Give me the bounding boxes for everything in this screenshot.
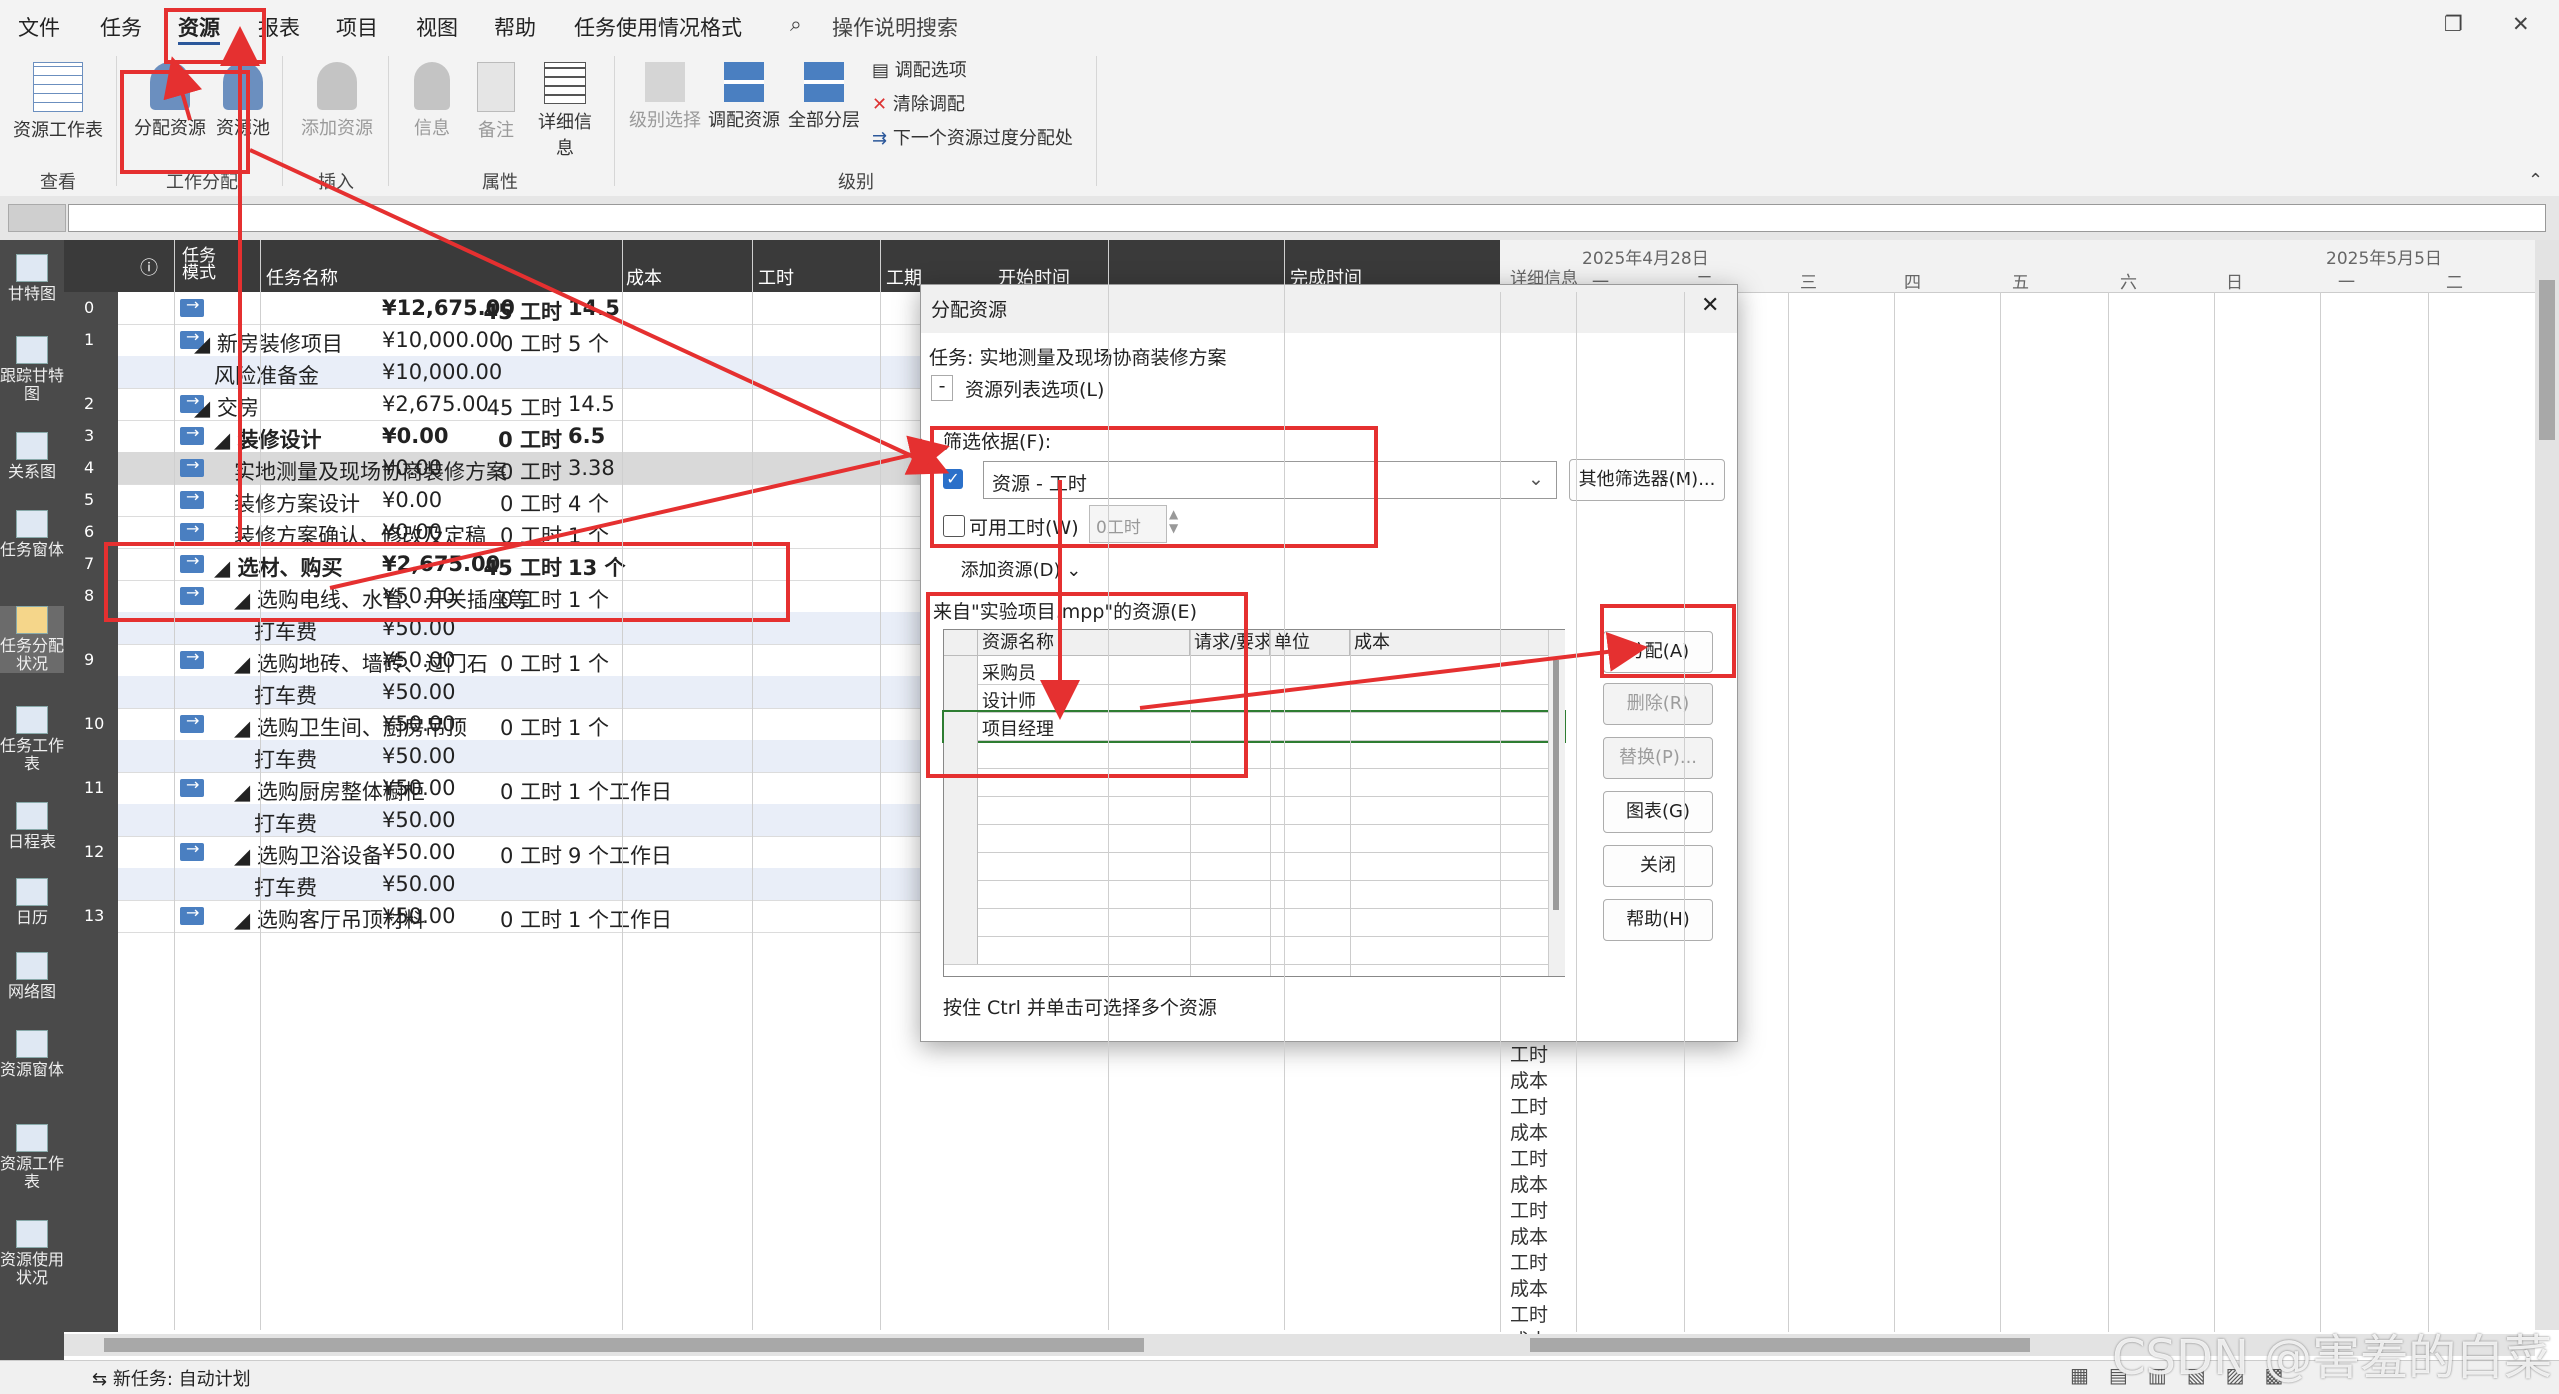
timescale-divider	[1684, 292, 1685, 1332]
annotation-arrows	[163, 26, 1648, 720]
timescale-divider	[2214, 292, 2215, 1332]
arrow-to-assign	[1139, 631, 1648, 710]
grid-divider	[260, 240, 261, 1330]
grid-divider	[880, 240, 881, 1330]
timescale-divider	[2108, 292, 2109, 1332]
timescale-divider	[2000, 292, 2001, 1332]
timescale-divider	[2320, 292, 2321, 1332]
timescale-divider	[1894, 292, 1895, 1332]
timescale-divider	[1500, 292, 1501, 1332]
timescale-divider	[1576, 292, 1577, 1332]
grid-divider	[1284, 240, 1285, 1330]
grid-divider	[174, 240, 175, 1330]
timescale-divider	[1788, 292, 1789, 1332]
grid-divider	[622, 240, 623, 1330]
arrow-to-assign-button	[163, 56, 203, 121]
grid-divider	[752, 240, 753, 1330]
timescale-divider	[2428, 292, 2429, 1332]
grid-divider	[1108, 240, 1109, 1330]
arrow-task-to-dialog	[329, 435, 950, 590]
arrow-to-filter	[249, 148, 950, 475]
